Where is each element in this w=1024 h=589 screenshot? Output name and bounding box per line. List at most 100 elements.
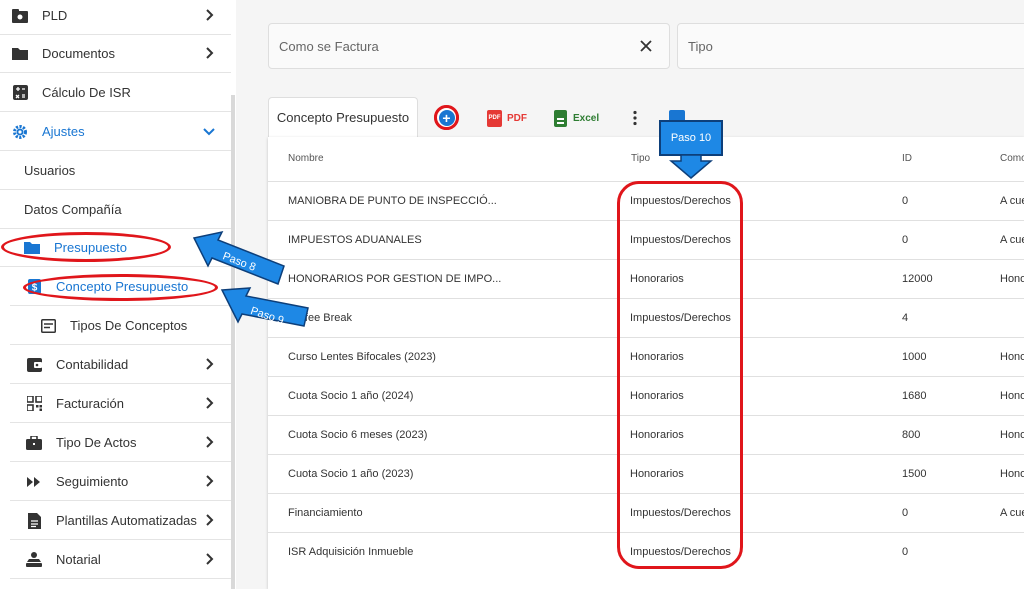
gear-icon: [12, 124, 28, 140]
cell-como: Hono: [1000, 273, 1024, 285]
sidebar-item-label: Ajustes: [42, 124, 85, 139]
cell-como: Hono: [1000, 429, 1024, 441]
sidebar-item-ajustes[interactable]: Ajustes: [0, 113, 231, 151]
sidebar-item-facturacion[interactable]: Facturación: [10, 385, 231, 423]
sidebar-item-label: Seguimiento: [56, 474, 129, 489]
chevron-right-icon: [206, 475, 214, 487]
tipo-label: Tipo: [688, 38, 713, 54]
cell-id: 1500: [902, 468, 927, 480]
sidebar-scrollbar[interactable]: [231, 95, 235, 589]
cell-como: A cue: [1000, 507, 1024, 519]
cell-id: 0: [902, 507, 909, 519]
pdf-label: PDF: [507, 112, 527, 124]
sidebar-item-calculo-isr[interactable]: Cálculo De ISR: [0, 74, 231, 112]
column-header-nombre[interactable]: Nombre: [288, 153, 324, 164]
chevron-right-icon: [206, 436, 214, 448]
excel-label: Excel: [573, 112, 600, 124]
concepto-presupuesto-highlight: [23, 274, 218, 301]
tab-concepto-presupuesto[interactable]: Concepto Presupuesto: [268, 97, 418, 137]
tipo-field[interactable]: Tipo: [677, 23, 1024, 69]
cell-nombre: Cuota Socio 1 año (2023): [288, 468, 414, 480]
cell-nombre: Cuota Socio 1 año (2024): [288, 390, 414, 402]
wallet-icon: [26, 357, 42, 373]
cell-nombre: Financiamiento: [288, 507, 363, 519]
cell-como: A cue: [1000, 195, 1024, 207]
paso-10-label: Paso 10: [670, 132, 712, 144]
sidebar-item-tipos-de-conceptos[interactable]: Tipos De Conceptos: [10, 307, 231, 345]
cell-nombre: ISR Adquisición Inmueble: [288, 546, 414, 558]
sidebar-item-documentos[interactable]: Documentos: [0, 35, 231, 73]
sidebar-item-contabilidad[interactable]: Contabilidad: [10, 346, 231, 384]
cell-id: 0: [902, 195, 909, 207]
sidebar-item-label: Facturación: [56, 396, 124, 411]
cell-como: A cue: [1000, 234, 1024, 246]
sidebar-item-pld[interactable]: PLD: [0, 0, 231, 35]
column-header-tipo[interactable]: Tipo: [631, 153, 650, 164]
add-button-highlight: [434, 105, 459, 130]
close-icon[interactable]: [639, 39, 653, 53]
chevron-right-icon: [206, 358, 214, 370]
arrow-left-icon: [220, 287, 309, 327]
cell-id: 0: [902, 234, 909, 246]
cell-como: Hono: [1000, 351, 1024, 363]
cell-id: 0: [902, 546, 909, 558]
column-header-id[interactable]: ID: [902, 153, 912, 164]
document-icon: [26, 512, 42, 529]
cell-nombre: Curso Lentes Bifocales (2023): [288, 351, 436, 363]
cell-nombre: IMPUESTOS ADUANALES: [288, 234, 422, 246]
chevron-right-icon: [206, 9, 214, 21]
cell-id: 12000: [902, 273, 933, 285]
chevron-down-icon: [203, 128, 215, 136]
sidebar-item-notarial[interactable]: Notarial: [10, 541, 231, 579]
cell-id: 800: [902, 429, 921, 441]
cell-id: 1000: [902, 351, 927, 363]
como-se-factura-field[interactable]: Como se Factura: [268, 23, 670, 69]
cell-nombre: Cuota Socio 6 meses (2023): [288, 429, 428, 441]
stamp-icon: [26, 552, 42, 568]
sidebar-item-label: Contabilidad: [56, 357, 129, 372]
chevron-right-icon: [206, 514, 214, 526]
sidebar-item-label: Notarial: [56, 552, 101, 567]
chevron-right-icon: [206, 47, 214, 59]
sidebar-item-seguimiento[interactable]: Seguimiento: [10, 463, 231, 501]
briefcase-icon: [26, 435, 42, 451]
sidebar-item-tipo-de-actos[interactable]: Tipo De Actos: [10, 424, 231, 462]
sidebar-item-label: Documentos: [42, 46, 115, 61]
fast-forward-icon: [26, 474, 42, 490]
excel-icon: [554, 109, 567, 127]
sidebar-item-label: Datos Compañía: [24, 202, 122, 217]
pdf-button[interactable]: PDF PDF: [487, 108, 527, 128]
calculator-icon: [12, 85, 28, 101]
paso-10-callout: Paso 10: [659, 120, 723, 156]
chevron-right-icon: [206, 553, 214, 565]
chevron-right-icon: [206, 397, 214, 409]
sidebar-item-label: Usuarios: [24, 163, 76, 178]
cell-como: Hono: [1000, 468, 1024, 480]
cell-nombre: HONORARIOS POR GESTION DE IMPO...: [288, 273, 502, 285]
tab-label: Concepto Presupuesto: [276, 110, 410, 125]
sidebar-item-label: PLD: [42, 8, 68, 23]
cell-id: 1680: [902, 390, 927, 402]
folder-icon: [12, 46, 28, 62]
sidebar-item-usuarios[interactable]: Usuarios: [0, 152, 231, 190]
pld-icon: [12, 8, 28, 24]
more-vert-icon[interactable]: [631, 110, 639, 126]
sidebar-item-label: Plantillas Automatizadas: [56, 513, 197, 528]
presupuesto-highlight: [1, 232, 171, 262]
column-header-como[interactable]: Como: [1000, 153, 1024, 164]
list-box-icon: [40, 318, 56, 334]
excel-button[interactable]: Excel: [554, 108, 599, 128]
sidebar-item-label: Tipos De Conceptos: [70, 318, 188, 333]
cell-id: 4: [902, 312, 909, 324]
qr-code-icon: [26, 396, 42, 412]
sidebar-item-datos-compania[interactable]: Datos Compañía: [0, 191, 231, 229]
pdf-icon: PDF: [487, 109, 502, 127]
sidebar-item-plantillas[interactable]: Plantillas Automatizadas: [10, 502, 231, 540]
arrow-down-icon: [669, 155, 713, 179]
como-se-factura-label: Como se Factura: [279, 38, 379, 54]
cell-nombre: MANIOBRA DE PUNTO DE INSPECCIÓ...: [288, 195, 497, 207]
tipo-column-highlight: [617, 181, 743, 569]
sidebar-item-label: Cálculo De ISR: [42, 85, 131, 100]
sidebar-item-label: Tipo De Actos: [56, 435, 137, 450]
cell-como: Hono: [1000, 390, 1024, 402]
